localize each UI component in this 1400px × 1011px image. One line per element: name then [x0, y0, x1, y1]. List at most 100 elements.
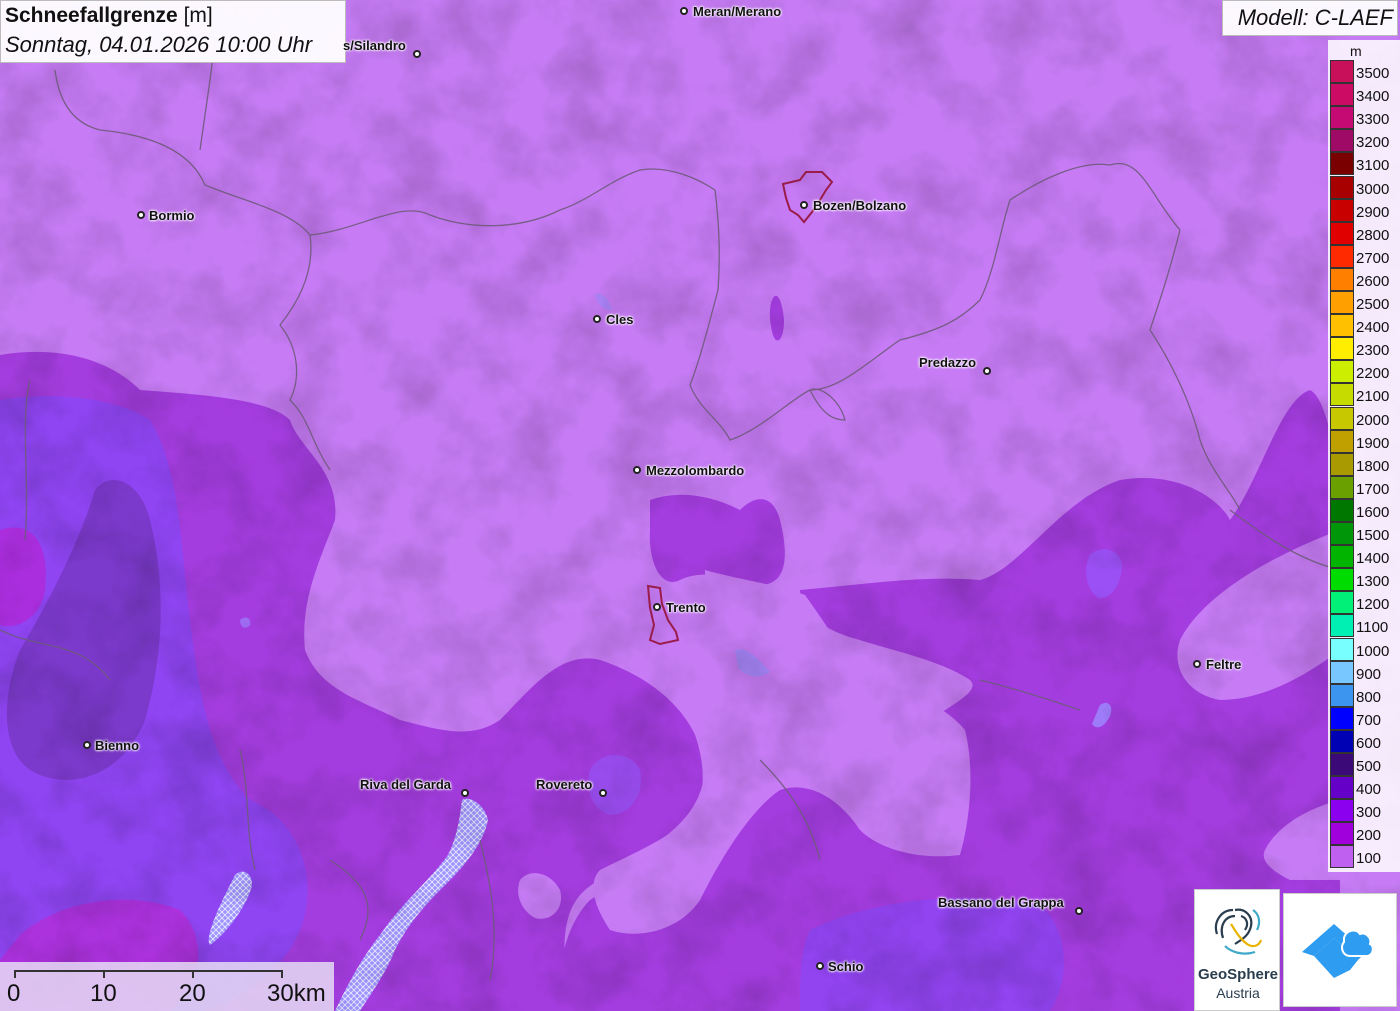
- scale-tick: [192, 970, 194, 978]
- legend-label: 600: [1356, 734, 1382, 752]
- legend-swatch: [1330, 198, 1354, 222]
- legend-swatch: [1330, 660, 1354, 684]
- city-label: Schio: [828, 959, 864, 974]
- legend-label: 1800: [1356, 457, 1390, 475]
- legend-label: 2800: [1356, 226, 1390, 244]
- legend-swatch: [1330, 175, 1354, 199]
- city-marker-icon: [599, 789, 607, 797]
- city-label: Riva del Garda: [360, 777, 452, 792]
- legend-swatch: [1330, 106, 1354, 130]
- legend-label: 2300: [1356, 342, 1390, 360]
- legend-swatch: [1330, 221, 1354, 245]
- city-marker-icon: [413, 50, 421, 58]
- legend-label: 200: [1356, 827, 1382, 845]
- legend-swatch: [1330, 568, 1354, 592]
- legend-swatch: [1330, 314, 1354, 338]
- geosphere-sub: Austria: [1216, 985, 1260, 1001]
- scale-tick: [14, 970, 16, 978]
- legend-label: 2200: [1356, 365, 1390, 383]
- legend-swatch: [1330, 614, 1354, 638]
- legend-swatch: [1330, 545, 1354, 569]
- legend-label: 3100: [1356, 157, 1390, 175]
- city-label: Rovereto: [536, 777, 593, 792]
- legend-label: 2100: [1356, 388, 1390, 406]
- city-label: Bienno: [95, 738, 140, 753]
- legend-label: 2000: [1356, 411, 1390, 429]
- legend-label: 1600: [1356, 503, 1390, 521]
- legend-swatch: [1330, 60, 1354, 83]
- model-box: Modell: C-LAEF: [1222, 0, 1398, 36]
- city-marker-icon: [816, 962, 824, 970]
- legend-swatch: [1330, 475, 1354, 499]
- legend-label: 3200: [1356, 134, 1390, 152]
- map-title-box: Schneefallgrenze [m] Sonntag, 04.01.2026…: [0, 0, 346, 63]
- scale-label-20: 20: [179, 980, 206, 1007]
- city-label: Trento: [666, 600, 706, 615]
- legend-label: 900: [1356, 665, 1382, 683]
- legend-label: 300: [1356, 804, 1382, 822]
- legend-label: 3300: [1356, 111, 1390, 129]
- city-marker-icon: [633, 466, 641, 474]
- snowfall-map[interactable]: [0, 0, 1400, 1011]
- legend-swatch: [1330, 683, 1354, 707]
- legend-label: 500: [1356, 758, 1382, 775]
- city-label: Cles: [606, 312, 634, 327]
- city-marker-icon: [593, 315, 601, 323]
- model-label: Modell: C-LAEF: [1237, 5, 1393, 30]
- legend-label: 700: [1356, 711, 1382, 729]
- legend-label: 1500: [1356, 527, 1390, 544]
- app-logo[interactable]: [1283, 893, 1397, 1007]
- geosphere-emblem-icon: [1214, 908, 1263, 955]
- legend-swatch: [1330, 776, 1354, 800]
- legend-swatch: [1330, 83, 1354, 107]
- legend-label: 400: [1356, 781, 1382, 799]
- legend-label: 2400: [1356, 319, 1390, 337]
- city-marker-icon: [653, 603, 661, 611]
- legend-swatch: [1330, 291, 1354, 314]
- scale-label-30km: 30km: [267, 980, 326, 1007]
- legend-swatch: [1330, 383, 1354, 407]
- city-marker-icon: [983, 367, 991, 375]
- legend-label: 1300: [1356, 573, 1390, 591]
- legend-swatch: [1330, 498, 1354, 522]
- map-title-name: Schneefallgrenze: [5, 4, 178, 27]
- city-marker-icon: [461, 789, 469, 797]
- city-marker-icon: [83, 741, 91, 749]
- legend-swatch: [1330, 799, 1354, 823]
- city-marker-icon: [137, 211, 145, 219]
- scale-bar: 0 10 20 30km: [0, 962, 334, 1011]
- legend-swatch: [1330, 845, 1354, 869]
- legend-swatch: [1330, 129, 1354, 153]
- legend-swatch: [1330, 360, 1354, 384]
- legend-label: 3500: [1356, 65, 1390, 82]
- legend-label: 3000: [1356, 180, 1390, 198]
- legend-label: 1400: [1356, 550, 1390, 568]
- city-label: Meran/Merano: [693, 4, 782, 19]
- legend-swatch: [1330, 522, 1354, 545]
- legend-swatch: [1330, 452, 1354, 476]
- legend-label: 2500: [1356, 296, 1390, 313]
- legend-label: 2700: [1356, 249, 1390, 267]
- scale-label-10: 10: [90, 980, 117, 1007]
- legend-swatch: [1330, 637, 1354, 661]
- city-label: Mezzolombardo: [646, 463, 745, 478]
- legend-label: 2600: [1356, 272, 1390, 290]
- scale-line: [14, 970, 282, 972]
- legend-label: 1900: [1356, 434, 1390, 452]
- map-date: Sonntag, 04.01.2026 10:00 Uhr: [5, 32, 313, 57]
- scale-tick: [103, 970, 105, 978]
- legend-label: 100: [1356, 850, 1382, 868]
- geosphere-logo[interactable]: GeoSphere Austria: [1194, 889, 1280, 1011]
- scale-label-0: 0: [7, 980, 21, 1007]
- map-title-unit: [m]: [183, 4, 213, 27]
- legend-swatch: [1330, 729, 1354, 753]
- city-marker-icon: [680, 7, 688, 15]
- legend-swatch: [1330, 406, 1354, 430]
- legend-label: 800: [1356, 688, 1382, 706]
- city-label: Bormio: [149, 208, 195, 223]
- terrain-relief: [0, 0, 1400, 1011]
- color-legend: m 3500 3400 3300 3200 3100 3000 2900 2800 2700 26…: [1328, 40, 1400, 872]
- city-label: Predazzo: [919, 355, 977, 370]
- map-title: Schneefallgrenze [m]: [5, 4, 213, 28]
- city-marker-icon: [800, 201, 808, 209]
